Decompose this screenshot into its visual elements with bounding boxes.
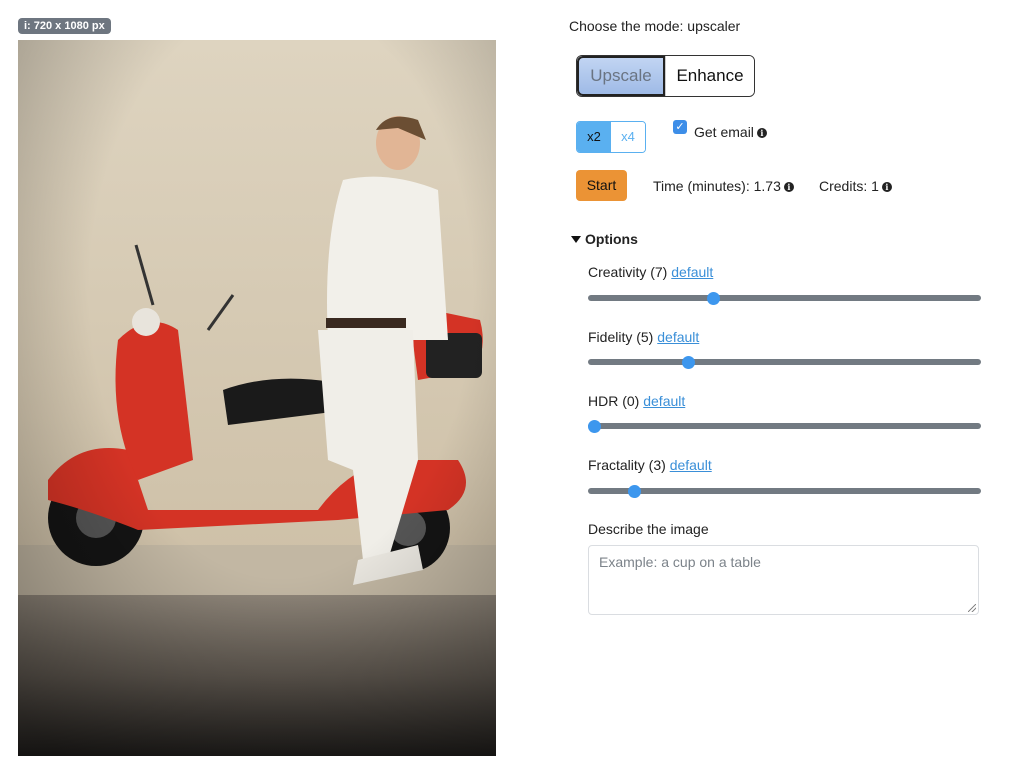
info-icon[interactable]: i	[881, 182, 892, 192]
get-email-label: Get email	[694, 124, 754, 140]
mode-label: Choose the mode: upscaler	[569, 18, 741, 34]
image-size-badge: i: 720 x 1080 px	[18, 18, 111, 34]
start-button[interactable]: Start	[576, 170, 627, 201]
slider-thumb[interactable]	[628, 484, 641, 498]
get-email-checkbox[interactable]: ✓	[673, 120, 687, 134]
fractality-label: Fractality (3)	[588, 457, 666, 473]
options-toggle[interactable]: Options	[571, 231, 638, 247]
hdr-slider[interactable]	[588, 419, 981, 433]
resize-handle-icon[interactable]	[968, 604, 976, 612]
fidelity-slider[interactable]	[588, 355, 981, 369]
creativity-default-link[interactable]: default	[671, 264, 713, 280]
scale-x2-button[interactable]: x2	[577, 122, 611, 152]
slider-thumb[interactable]	[588, 419, 601, 433]
info-icon[interactable]: i	[783, 182, 794, 192]
describe-label: Describe the image	[588, 521, 709, 537]
enhance-mode-button[interactable]: Enhance	[665, 56, 754, 96]
options-title: Options	[585, 231, 638, 247]
fractality-default-link[interactable]: default	[670, 457, 712, 473]
scale-toggle: x2 x4	[576, 121, 646, 153]
hdr-label: HDR (0)	[588, 393, 640, 409]
creativity-label: Creativity (7)	[588, 264, 668, 280]
fidelity-default-link[interactable]: default	[657, 329, 699, 345]
email-option: ✓ Get email i	[673, 120, 767, 140]
mode-segmented-control: Upscale Enhance	[576, 55, 755, 97]
time-estimate: Time (minutes): 1.73	[653, 178, 781, 194]
upscale-mode-button[interactable]: Upscale	[577, 56, 665, 96]
describe-image-textarea[interactable]: Example: a cup on a table	[588, 545, 979, 615]
scooter-photo	[18, 40, 496, 756]
info-icon[interactable]: i	[756, 128, 767, 138]
slider-thumb[interactable]	[682, 355, 695, 369]
slider-thumb[interactable]	[707, 291, 720, 305]
scale-x4-button[interactable]: x4	[611, 122, 645, 152]
caret-down-icon	[571, 236, 581, 243]
fractality-slider[interactable]	[588, 484, 981, 498]
preview-image	[18, 40, 496, 756]
textarea-placeholder: Example: a cup on a table	[599, 554, 761, 570]
creativity-slider[interactable]	[588, 291, 981, 305]
credits-count: Credits: 1	[819, 178, 879, 194]
fidelity-label: Fidelity (5)	[588, 329, 654, 345]
hdr-default-link[interactable]: default	[643, 393, 685, 409]
